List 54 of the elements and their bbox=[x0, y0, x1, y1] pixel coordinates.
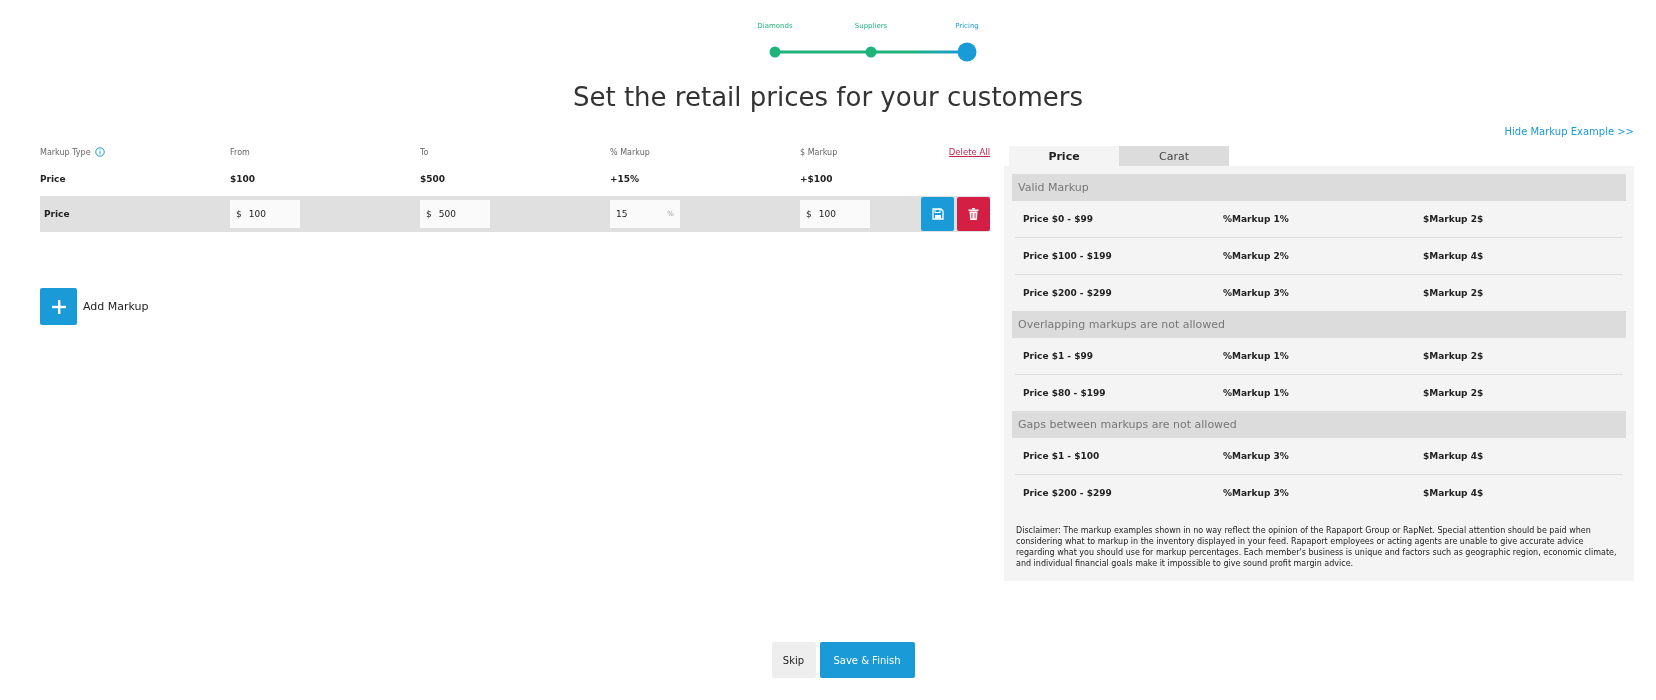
disclaimer-text: Disclaimer: The markup examples shown in no way reflect the opinion of the Rapaport Group or RapNet. Special attention should be paid when considering what to markup in the inventory displayed in your feed. Rapaport employees or acting agents are unable to give accurate advice regarding what you should use for markup percentages. Each member's business is unique and factors such as geographic region, economic climate, and individual financial goals make it impossible to give sound profit margin advice. bbox=[1016, 525, 1618, 569]
delete-all-link[interactable]: Delete All bbox=[948, 147, 990, 157]
table-cell-text: $Markup 2$ bbox=[1423, 214, 1485, 224]
tab[interactable]: Carat bbox=[1119, 146, 1229, 166]
table-cell-text: %Markup 1% bbox=[1223, 351, 1290, 361]
table-cell-text: $100 bbox=[230, 174, 257, 184]
input-field[interactable]: $ 100 bbox=[800, 200, 870, 228]
save-icon-button[interactable] bbox=[921, 197, 954, 231]
table-cell-text: %Markup 1% bbox=[1223, 214, 1290, 224]
page-title: Set the retail prices for your customers bbox=[571, 82, 1085, 112]
table-cell-text: Price $100 - $199 bbox=[1023, 251, 1113, 261]
table-cell-text: +15% bbox=[610, 174, 641, 184]
section-header: Valid Markup bbox=[1012, 174, 1626, 201]
add-button[interactable] bbox=[40, 288, 77, 325]
table-cell-text: Price bbox=[40, 174, 67, 184]
table-cell-text: Price $1 - $100 bbox=[1023, 451, 1101, 461]
column-header: From bbox=[230, 147, 251, 157]
table-cell-text: %Markup 1% bbox=[1223, 388, 1290, 398]
column-header: Markup Type bbox=[40, 147, 91, 157]
step-dot[interactable] bbox=[865, 46, 877, 58]
table-cell-text: $Markup 4$ bbox=[1423, 451, 1485, 461]
add-markup-label[interactable]: Add Markup bbox=[83, 300, 149, 313]
plus-icon bbox=[50, 298, 67, 315]
table-cell-text: $Markup 2$ bbox=[1423, 288, 1485, 298]
column-header: $ Markup bbox=[800, 147, 839, 157]
table-cell-text: %Markup 3% bbox=[1223, 451, 1290, 461]
column-header: % Markup bbox=[610, 147, 651, 157]
table-cell-text: %Markup 3% bbox=[1223, 488, 1290, 498]
table-cell-text: Price bbox=[43, 209, 71, 219]
section-header: Gaps between markups are not allowed bbox=[1012, 411, 1626, 438]
table-cell-text: $Markup 4$ bbox=[1423, 488, 1485, 498]
input-field[interactable]: $ 100 bbox=[230, 200, 300, 228]
table-cell-text: $Markup 2$ bbox=[1423, 388, 1485, 398]
table-cell-text: $Markup 4$ bbox=[1423, 251, 1485, 261]
table-cell-text: Price $80 - $199 bbox=[1023, 388, 1107, 398]
table-cell-text: Price $1 - $99 bbox=[1023, 351, 1094, 361]
table-cell-text: %Markup 2% bbox=[1223, 251, 1290, 261]
table-cell-text: %Markup 3% bbox=[1223, 288, 1290, 298]
trash-icon bbox=[968, 208, 979, 220]
step-dot[interactable] bbox=[769, 46, 781, 58]
column-header: To bbox=[420, 147, 430, 157]
table-cell-text: Price $200 - $299 bbox=[1023, 288, 1113, 298]
section-header: Overlapping markups are not allowed bbox=[1012, 311, 1626, 338]
delete-icon-button[interactable] bbox=[957, 197, 990, 231]
tab[interactable]: Price bbox=[1009, 146, 1119, 166]
input-field[interactable]: $ 500 bbox=[420, 200, 490, 228]
table-cell-text: $500 bbox=[420, 174, 447, 184]
table-cell-text: Price $0 - $99 bbox=[1023, 214, 1094, 224]
step-dot[interactable] bbox=[957, 42, 977, 62]
skip-button[interactable]: Skip bbox=[771, 642, 816, 678]
table-cell-text: $Markup 2$ bbox=[1423, 351, 1485, 361]
table-cell-text: +$100 bbox=[800, 174, 834, 184]
info-icon[interactable] bbox=[94, 147, 105, 157]
table-cell-text: Price $200 - $299 bbox=[1023, 488, 1113, 498]
